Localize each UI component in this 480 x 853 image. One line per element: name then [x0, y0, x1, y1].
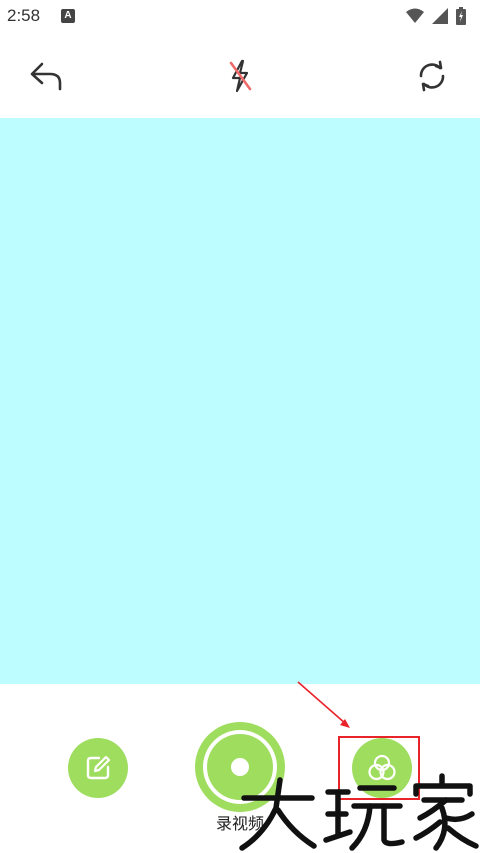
- flash-toggle-button[interactable]: [220, 56, 260, 96]
- flash-off-icon: [229, 59, 252, 93]
- capture-controls: 录视频: [0, 684, 480, 853]
- wifi-icon: [406, 8, 424, 23]
- battery-icon: [456, 7, 466, 25]
- camera-toolbar: [0, 34, 480, 118]
- status-bar: 2:58 A: [0, 0, 480, 34]
- switch-camera-button[interactable]: [412, 56, 452, 96]
- status-icons: [406, 7, 466, 25]
- record-dot-icon: [231, 758, 249, 776]
- back-arrow-icon: [30, 62, 62, 91]
- record-button-ring: [203, 730, 277, 804]
- filter-icon: [368, 754, 396, 781]
- notification-icon: A: [61, 9, 75, 23]
- back-button[interactable]: [26, 56, 66, 96]
- edit-icon: [86, 755, 111, 780]
- edit-button[interactable]: [68, 738, 128, 798]
- record-video-label: 录视频: [215, 814, 264, 833]
- record-video-button[interactable]: [195, 722, 285, 812]
- cellular-signal-icon: [432, 8, 448, 24]
- filter-button[interactable]: [352, 738, 412, 798]
- switch-camera-icon: [419, 60, 445, 92]
- status-time: 2:58: [7, 6, 41, 25]
- camera-preview[interactable]: [0, 118, 480, 684]
- record-button-inner: [207, 734, 273, 800]
